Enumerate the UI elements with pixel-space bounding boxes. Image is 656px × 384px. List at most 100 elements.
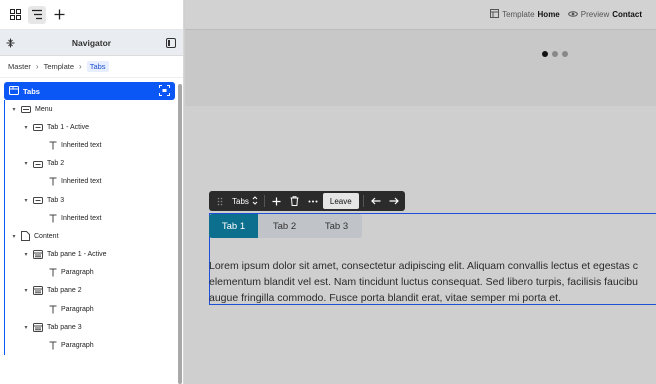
tree-item-label: Inherited text bbox=[61, 214, 102, 222]
tree-item[interactable]: Paragraph bbox=[5, 264, 175, 282]
navigator-toggle-icon[interactable] bbox=[28, 5, 46, 24]
carousel-dot-active[interactable] bbox=[542, 51, 548, 57]
caret-down-icon[interactable]: ▾ bbox=[23, 160, 29, 167]
text-icon bbox=[49, 214, 57, 223]
focus-select-icon[interactable] bbox=[159, 85, 170, 98]
tree-item-label: Tabs bbox=[23, 86, 40, 96]
toolbar-divider bbox=[263, 195, 265, 207]
breadcrumb-tabs[interactable]: Tabs bbox=[86, 61, 109, 72]
tree-item-label: Paragraph bbox=[61, 269, 94, 277]
add-icon[interactable] bbox=[269, 193, 285, 209]
tree-item-tabs-selected[interactable]: Tabs bbox=[4, 82, 175, 100]
tab-2[interactable]: Tab 2 bbox=[258, 214, 311, 238]
tree-item[interactable]: ▾ Content bbox=[5, 227, 175, 245]
caret-down-icon[interactable]: ▾ bbox=[11, 106, 17, 113]
tree-item-label: Content bbox=[34, 232, 59, 240]
tree-item[interactable]: ▾ Tab 1 - Active bbox=[5, 118, 175, 136]
close-panel-icon[interactable] bbox=[166, 38, 176, 50]
template-prefix: Template bbox=[502, 10, 535, 19]
tree-item[interactable]: ▾ Tab pane 2 bbox=[5, 282, 175, 300]
preview-name: Contact bbox=[612, 10, 642, 19]
add-icon[interactable] bbox=[50, 6, 68, 24]
navigator-tree: Tabs ▾ Menu ▾ Tab 1 - Active Inherited text ▾… bbox=[4, 82, 175, 355]
carousel-dot[interactable] bbox=[552, 51, 558, 57]
carousel-dots bbox=[542, 51, 568, 57]
caret-down-icon[interactable]: ▾ bbox=[11, 233, 17, 240]
chevron-right-icon: › bbox=[79, 62, 82, 71]
tab-icon bbox=[33, 160, 43, 168]
template-name: Home bbox=[537, 10, 560, 19]
tree-children: ▾ Menu ▾ Tab 1 - Active Inherited text ▾ Tab 2… bbox=[4, 100, 175, 355]
template-link[interactable]: Template Home bbox=[490, 9, 560, 20]
pane-icon bbox=[33, 286, 43, 296]
tree-item-label: Paragraph bbox=[61, 305, 94, 313]
tabs-menu: Tab 1 Tab 2 Tab 3 bbox=[209, 214, 362, 238]
tab-icon bbox=[33, 123, 43, 132]
text-icon bbox=[49, 141, 57, 150]
tree-item[interactable]: ▾ Tab 2 bbox=[5, 155, 175, 173]
preview-link[interactable]: Preview Contact bbox=[567, 10, 642, 20]
tree-item[interactable]: ▾ Tab 3 bbox=[5, 191, 175, 209]
tree-item-label: Paragraph bbox=[61, 342, 94, 350]
chevron-right-icon: › bbox=[35, 62, 39, 71]
caret-down-icon[interactable]: ▾ bbox=[23, 251, 29, 258]
tree-item[interactable]: ▾ Tab pane 1 - Active bbox=[5, 246, 175, 264]
canvas-header: Template Home Preview Contact bbox=[185, 0, 656, 30]
tree-item-label: Tab pane 1 - Active bbox=[47, 251, 107, 259]
tree-item[interactable]: Inherited text bbox=[5, 173, 175, 191]
more-icon[interactable] bbox=[305, 193, 321, 209]
navigator-title: Navigator bbox=[71, 37, 112, 48]
toolbar-divider bbox=[362, 195, 364, 207]
tree-item[interactable]: Paragraph bbox=[5, 336, 175, 354]
text-icon bbox=[49, 341, 57, 350]
preview-prefix: Preview bbox=[580, 10, 610, 19]
collapse-all-icon[interactable] bbox=[6, 38, 15, 50]
element-toolbar: Tabs Leave bbox=[209, 191, 405, 211]
breadcrumb-template[interactable]: Template bbox=[44, 62, 74, 71]
caret-down-icon[interactable]: ▾ bbox=[23, 124, 29, 131]
leave-button[interactable]: Leave bbox=[322, 193, 359, 209]
eye-icon bbox=[567, 10, 578, 20]
pane-icon bbox=[33, 250, 43, 260]
caret-down-icon[interactable]: ▾ bbox=[23, 287, 29, 294]
top-toolbar bbox=[0, 0, 183, 30]
tree-item[interactable]: Inherited text bbox=[5, 209, 175, 227]
paragraph-line: Lorem ipsum dolor sit amet, consectetur … bbox=[209, 260, 638, 272]
pane-icon bbox=[33, 322, 43, 332]
paragraph-line: elementum blandit vel est. Nam tincidunt… bbox=[209, 276, 638, 289]
page-icon bbox=[21, 231, 30, 242]
hero-section bbox=[185, 30, 656, 106]
grid-icon[interactable] bbox=[6, 6, 24, 24]
tree-item-label: Tab 2 bbox=[47, 160, 65, 168]
tree-item[interactable]: Paragraph bbox=[5, 300, 175, 318]
caret-down-icon[interactable]: ▾ bbox=[23, 324, 29, 331]
tab-pane-paragraph[interactable]: Lorem ipsum dolor sit amet, consectetur … bbox=[209, 258, 656, 307]
tabs-icon bbox=[9, 85, 19, 97]
tree-item-label: Menu bbox=[35, 105, 53, 113]
tree-item[interactable]: ▾ Menu bbox=[5, 100, 175, 118]
breadcrumb-master[interactable]: Master bbox=[8, 62, 31, 71]
drag-handle-icon[interactable] bbox=[212, 193, 228, 209]
arrow-right-icon[interactable] bbox=[386, 193, 402, 209]
template-icon bbox=[490, 9, 500, 20]
navigator-scrollbar[interactable] bbox=[178, 84, 182, 384]
text-icon bbox=[49, 305, 57, 314]
tab-3[interactable]: Tab 3 bbox=[311, 214, 362, 238]
tree-item-label: Tab 3 bbox=[47, 196, 65, 204]
tab-1[interactable]: Tab 1 bbox=[209, 214, 258, 238]
arrow-left-icon[interactable] bbox=[368, 193, 384, 209]
carousel-dot[interactable] bbox=[562, 51, 568, 57]
design-canvas[interactable]: Template Home Preview Contact Tabs Leave… bbox=[185, 0, 656, 384]
tab-icon bbox=[33, 196, 43, 205]
text-icon bbox=[49, 177, 57, 186]
navigator-header: Navigator bbox=[0, 30, 183, 56]
tree-item[interactable]: Inherited text bbox=[5, 136, 175, 154]
tree-item-label: Tab pane 2 bbox=[47, 287, 82, 295]
paragraph-line: augue fringilla commodo. Fusce porta bla… bbox=[209, 292, 561, 305]
caret-down-icon[interactable]: ▾ bbox=[23, 197, 29, 204]
element-type-select[interactable]: Tabs bbox=[230, 193, 260, 209]
folder-icon bbox=[21, 105, 31, 114]
trash-icon[interactable] bbox=[287, 193, 303, 209]
tree-item[interactable]: ▾ Tab pane 3 bbox=[5, 318, 175, 336]
breadcrumb: Master › Template › Tabs bbox=[0, 56, 183, 78]
